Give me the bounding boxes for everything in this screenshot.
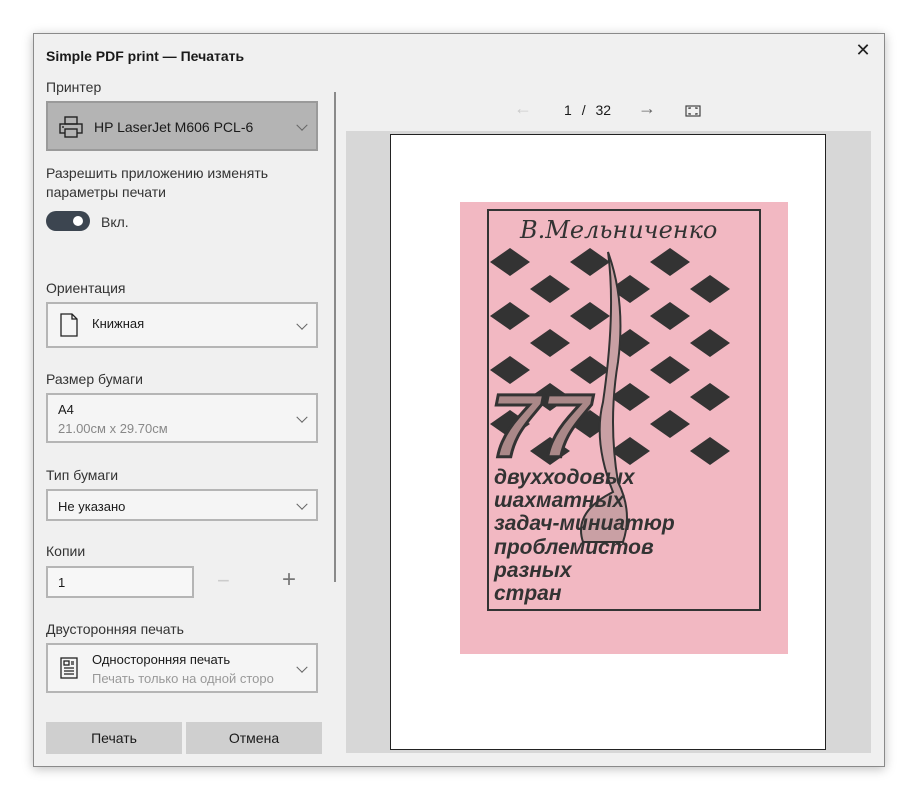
fit-page-icon[interactable]: [685, 104, 701, 122]
allow-change-toggle[interactable]: [46, 211, 90, 231]
portrait-page-icon: [60, 313, 78, 340]
orientation-select[interactable]: Книжная: [46, 302, 318, 348]
print-button[interactable]: Печать: [46, 722, 182, 754]
svg-text:проблемистов: проблемистов: [494, 536, 654, 559]
duplex-value: Односторонняя печать: [92, 652, 231, 667]
paper-size-label: Размер бумаги: [46, 371, 143, 387]
current-page: 1: [564, 102, 572, 118]
document-icon: [60, 657, 78, 682]
page-separator: /: [581, 102, 586, 118]
close-button[interactable]: ✕: [842, 34, 884, 66]
page-indicator: 1 / 32: [564, 102, 611, 118]
printer-label: Принтер: [46, 79, 102, 95]
printer-select[interactable]: HP LaserJet M606 PCL-6: [46, 101, 318, 151]
duplex-sub: Печать только на одной сторо: [92, 671, 274, 686]
svg-text:77: 77: [490, 377, 594, 477]
printer-icon: [58, 115, 84, 142]
paper-type-label: Тип бумаги: [46, 467, 119, 483]
copies-input[interactable]: 1: [46, 566, 194, 598]
chevron-down-icon: [296, 411, 308, 423]
preview-page: В.Мельниченко 77 двухходовых шахматных зад…: [390, 134, 826, 750]
svg-text:шахматных: шахматных: [494, 489, 626, 512]
cancel-button[interactable]: Отмена: [186, 722, 322, 754]
decrement-button[interactable]: −: [217, 568, 230, 594]
paper-size-select[interactable]: A4 21.00см x 29.70см: [46, 393, 318, 443]
svg-text:задач-миниатюр: задач-миниатюр: [494, 512, 675, 535]
dialog-title: Simple PDF print — Печатать: [46, 48, 245, 64]
print-dialog: Simple PDF print — Печатать ✕ Принтер HP…: [33, 33, 885, 767]
chevron-down-icon: [296, 318, 308, 330]
duplex-select[interactable]: Односторонняя печать Печать только на од…: [46, 643, 318, 693]
book-cover-image: В.Мельниченко 77 двухходовыхшахматныхзад…: [460, 202, 788, 654]
increment-button[interactable]: +: [282, 566, 296, 594]
printer-value: HP LaserJet M606 PCL-6: [94, 119, 254, 135]
copies-label: Копии: [46, 543, 86, 559]
orientation-label: Ориентация: [46, 280, 126, 296]
orientation-value: Книжная: [92, 316, 145, 331]
next-page-button[interactable]: →: [638, 98, 656, 119]
svg-text:двухходовых: двухходовых: [494, 466, 636, 489]
paper-type-select[interactable]: Не указано: [46, 489, 318, 521]
paper-size-sub: 21.00см x 29.70см: [58, 421, 168, 436]
svg-text:разных: разных: [493, 559, 573, 582]
chevron-down-icon: [296, 119, 308, 131]
chevron-down-icon: [296, 498, 308, 510]
previous-page-button[interactable]: ←: [514, 98, 532, 119]
settings-scrollbar[interactable]: [334, 92, 336, 582]
paper-size-value: A4: [58, 402, 74, 417]
chevron-down-icon: [296, 661, 308, 673]
svg-text:В.Мельниченко: В.Мельниченко: [519, 216, 717, 244]
svg-text:стран: стран: [494, 582, 562, 605]
toggle-state: Вкл.: [101, 214, 129, 230]
total-pages: 32: [595, 102, 612, 118]
print-preview: В.Мельниченко 77 двухходовых шахматных зад…: [346, 131, 871, 753]
paper-type-value: Не указано: [58, 499, 126, 514]
allow-change-label: Разрешить приложению изменять параметры …: [46, 165, 269, 200]
duplex-label: Двусторонняя печать: [46, 621, 184, 637]
